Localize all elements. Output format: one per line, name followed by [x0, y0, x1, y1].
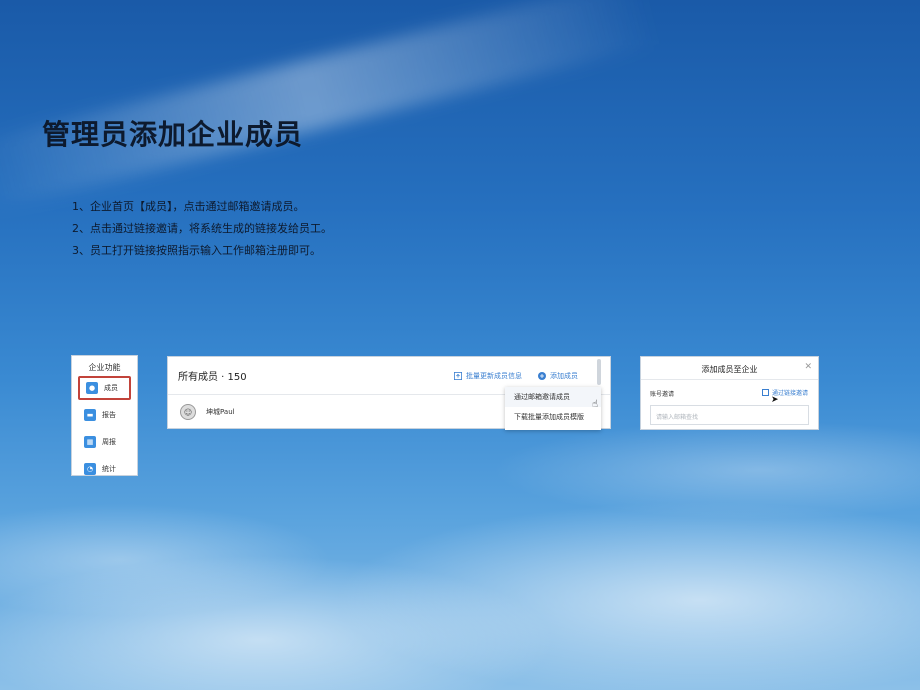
features-panel: 企业功能 ● 成员 ▬ 报告 ▦ 周报 ◔ 统计: [71, 355, 138, 476]
scrollbar[interactable]: [597, 359, 601, 385]
background-light-streak: [0, 0, 659, 214]
invite-by-link-button[interactable]: 通过链接邀请: [761, 388, 808, 397]
batch-update-label: 批量更新成员信息: [466, 372, 522, 380]
upload-icon: [454, 372, 462, 380]
divider: [641, 379, 818, 380]
avatar-icon: ☺: [180, 404, 196, 420]
add-member-label: 添加成员: [550, 372, 578, 380]
feature-item-label: 统计: [102, 465, 116, 473]
invite-by-email-item[interactable]: 通过邮箱邀请成员: [505, 387, 601, 407]
steps-list: 1、企业首页【成员】，点击通过邮箱邀请成员。 2、点击通过链接邀请，将系统生成的…: [72, 196, 332, 262]
user-icon: ●: [86, 382, 98, 394]
link-icon: [761, 389, 769, 396]
add-member-dialog: 添加成员至企业 ✕ 账号邀请 通过链接邀请 ➤ 请输入邮箱查找: [640, 356, 819, 430]
members-title: 所有成员 · 150: [178, 372, 247, 383]
hand-cursor-icon: ☝: [592, 399, 599, 410]
add-member-dropdown: 通过邮箱邀请成员 下载批量添加成员模版: [505, 387, 601, 430]
members-panel: 所有成员 · 150 批量更新成员信息 添加成员 ☺ 坤城Paul 通过邮箱邀请…: [167, 356, 611, 430]
batch-update-button[interactable]: 批量更新成员信息: [454, 371, 522, 381]
chart-icon: ◔: [84, 463, 96, 475]
download-template-item[interactable]: 下载批量添加成员模版: [505, 407, 601, 427]
step-1: 1、企业首页【成员】，点击通过邮箱邀请成员。: [72, 200, 305, 213]
feature-item-members[interactable]: ● 成员: [78, 376, 131, 400]
close-icon[interactable]: ✕: [804, 362, 812, 372]
feature-item-stats[interactable]: ◔ 统计: [78, 457, 131, 481]
step-2: 2、点击通过链接邀请，将系统生成的链接发给员工。: [72, 222, 332, 235]
feature-item-weekly[interactable]: ▦ 周报: [78, 430, 131, 454]
account-invite-label: 账号邀请: [650, 391, 675, 398]
dialog-title: 添加成员至企业: [701, 365, 758, 374]
feature-item-label: 周报: [102, 438, 116, 446]
features-title: 企业功能: [88, 363, 121, 372]
calendar-icon: ▦: [84, 436, 96, 448]
member-name: 坤城Paul: [206, 408, 235, 416]
pointer-cursor-icon: ➤: [771, 395, 779, 405]
email-search-input[interactable]: 请输入邮箱查找: [650, 405, 809, 425]
add-member-button[interactable]: 添加成员: [538, 371, 578, 381]
report-icon: ▬: [84, 409, 96, 421]
feature-item-report[interactable]: ▬ 报告: [78, 403, 131, 427]
feature-item-label: 报告: [102, 411, 116, 419]
plus-circle-icon: [538, 372, 546, 380]
feature-item-label: 成员: [104, 384, 118, 392]
step-3: 3、员工打开链接按照指示输入工作邮箱注册即可。: [72, 244, 321, 257]
slide-title: 管理员添加企业成员: [42, 118, 304, 151]
